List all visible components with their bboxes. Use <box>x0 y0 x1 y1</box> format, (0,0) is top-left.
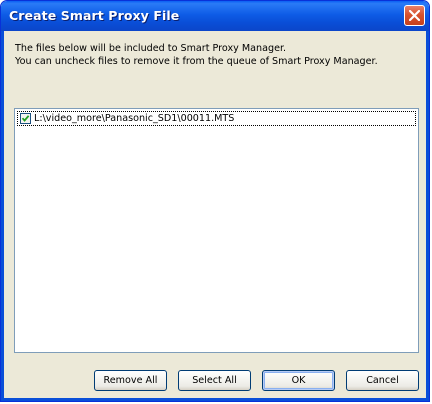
file-list[interactable]: L:\video_more\Panasonic_SD1\00011.MTS <box>14 108 419 353</box>
cancel-button[interactable]: Cancel <box>346 370 419 391</box>
file-path: L:\video_more\Panasonic_SD1\00011.MTS <box>34 113 235 124</box>
window-title: Create Smart Proxy File <box>9 8 180 23</box>
window-frame-right <box>426 31 429 401</box>
list-item[interactable]: L:\video_more\Panasonic_SD1\00011.MTS <box>17 111 416 126</box>
window-frame-bottom <box>1 398 429 401</box>
instruction-line-2: You can uncheck files to remove it from … <box>15 56 378 67</box>
window-frame-left <box>1 31 4 401</box>
close-icon <box>409 10 420 21</box>
title-bar[interactable]: Create Smart Proxy File <box>1 1 429 31</box>
checkmark-icon <box>21 115 30 122</box>
instruction-text: The files below will be included to Smar… <box>15 42 378 68</box>
instruction-line-1: The files below will be included to Smar… <box>15 43 287 54</box>
ok-button[interactable]: OK <box>262 370 335 391</box>
dialog-window: Create Smart Proxy File The files below … <box>0 0 430 402</box>
remove-all-button[interactable]: Remove All <box>94 370 167 391</box>
file-checkbox[interactable] <box>20 113 31 124</box>
select-all-button[interactable]: Select All <box>178 370 251 391</box>
close-button[interactable] <box>404 5 425 26</box>
